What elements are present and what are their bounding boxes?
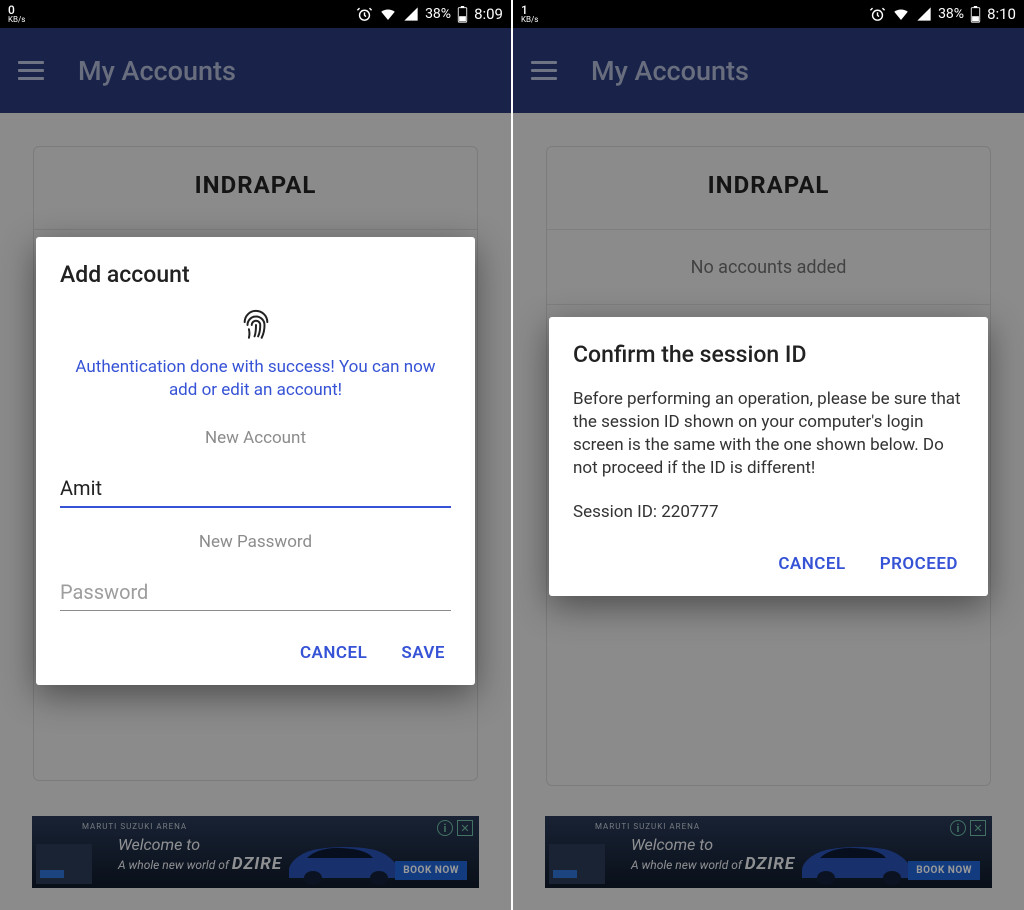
phone-right: 1 KB/s 38% 8:10 My Accounts INDRAPAL No …: [512, 0, 1024, 910]
cell-signal-icon: [403, 6, 419, 22]
dialog-actions: CANCEL SAVE: [60, 635, 451, 675]
network-speed: 1 KB/s: [521, 4, 538, 24]
cell-signal-icon: [916, 6, 932, 22]
save-button[interactable]: SAVE: [401, 643, 445, 663]
account-name-input[interactable]: [60, 470, 451, 508]
phone-left: 0 KB/s 38% 8:09 My Accounts INDRAPAL Add…: [0, 0, 512, 910]
status-icons: 38% 8:10: [869, 5, 1016, 23]
alarm-icon: [869, 6, 886, 23]
dialog-title: Add account: [60, 261, 451, 288]
fingerprint-icon: [60, 308, 451, 346]
password-input[interactable]: [60, 574, 451, 611]
cancel-button[interactable]: CANCEL: [778, 554, 845, 574]
battery-icon: [457, 6, 468, 23]
add-account-dialog: Add account Authentication done with suc…: [36, 237, 475, 685]
battery-percent: 38%: [938, 6, 964, 22]
account-field-label: New Account: [60, 428, 451, 448]
alarm-icon: [356, 6, 373, 23]
confirm-session-dialog: Confirm the session ID Before performing…: [549, 317, 988, 596]
clock-time: 8:10: [987, 5, 1016, 23]
status-bar: 1 KB/s 38% 8:10: [513, 0, 1024, 28]
status-icons: 38% 8:09: [356, 5, 503, 23]
proceed-button[interactable]: PROCEED: [880, 554, 958, 574]
wifi-icon: [892, 5, 910, 23]
network-speed: 0 KB/s: [8, 4, 25, 24]
dialog-title: Confirm the session ID: [573, 341, 964, 368]
battery-icon: [970, 6, 981, 23]
battery-percent: 38%: [425, 6, 451, 22]
dialog-actions: CANCEL PROCEED: [573, 546, 964, 586]
clock-time: 8:09: [474, 5, 503, 23]
wifi-icon: [379, 5, 397, 23]
session-id-value: 220777: [661, 502, 718, 522]
cancel-button[interactable]: CANCEL: [300, 643, 367, 663]
dialog-body: Before performing an operation, please b…: [573, 388, 964, 480]
status-bar: 0 KB/s 38% 8:09: [0, 0, 511, 28]
session-id-line: Session ID: 220777: [573, 502, 964, 522]
auth-success-message: Authentication done with success! You ca…: [60, 356, 451, 402]
password-field-label: New Password: [60, 532, 451, 552]
